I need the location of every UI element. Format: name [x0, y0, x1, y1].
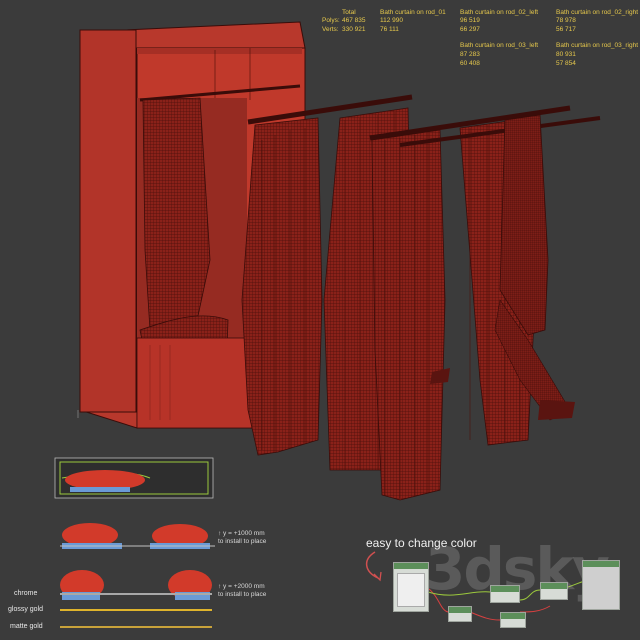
- install-note-1-line1: ↑ y = +1000 mm: [218, 530, 265, 537]
- material-node-main: [393, 562, 429, 612]
- stats-rod02-right-verts: 56 717: [556, 26, 576, 33]
- material-label-matte-gold: matte gold: [10, 623, 43, 630]
- install-note-1-line2: to install to place: [218, 538, 267, 545]
- stats-row-label-polys: Polys:: [322, 17, 340, 24]
- material-node-e: [582, 560, 620, 610]
- hint-arrow-icon: [366, 551, 379, 579]
- stats-total-polys: 467 835: [342, 17, 366, 24]
- stats-total-verts: 330 921: [342, 26, 366, 33]
- stats-rod03-right-verts: 57 854: [556, 60, 576, 67]
- material-node-b: [490, 585, 520, 603]
- material-label-glossy-gold: glossy gold: [8, 606, 44, 613]
- stats-rod01-verts: 76 111: [380, 26, 399, 33]
- material-node-a: [448, 606, 472, 622]
- stats-rod02-right-header: Bath curtain on rod_02_right: [556, 9, 639, 16]
- install-note-2-line2: to install to place: [218, 591, 267, 598]
- stats-total-header: Total: [342, 9, 356, 16]
- stats-rod03-left-header: Bath curtain on rod_03_left: [460, 42, 539, 49]
- material-node-c: [500, 612, 526, 628]
- material-node-d: [540, 582, 568, 600]
- stats-rod02-right-polys: 78 978: [556, 17, 576, 24]
- tub-top-view-thumbnail: [54, 457, 214, 499]
- stats-rod02-left-header: Bath curtain on rod_02_left: [460, 9, 539, 16]
- stats-rod03-right-header: Bath curtain on rod_03_right: [556, 42, 639, 49]
- stats-rod01-header: Bath curtain on rod_01: [380, 9, 446, 16]
- stats-rod02-left-polys: 96 519: [460, 17, 480, 24]
- stats-row-label-verts: Verts:: [322, 26, 339, 33]
- stats-rod03-left-polys: 87 283: [460, 51, 480, 58]
- install-note-2-line1: ↑ y = +2000 mm: [218, 583, 265, 590]
- rod-variant-row-1: [60, 523, 215, 549]
- rod-variant-row-2: [60, 570, 212, 600]
- stats-rod01-polys: 112 990: [380, 17, 404, 24]
- stats-rod03-right-polys: 80 931: [556, 51, 576, 58]
- stats-rod02-left-verts: 66 297: [460, 26, 480, 33]
- material-label-chrome: chrome: [14, 590, 38, 597]
- stats-rod03-left-verts: 60 408: [460, 60, 480, 67]
